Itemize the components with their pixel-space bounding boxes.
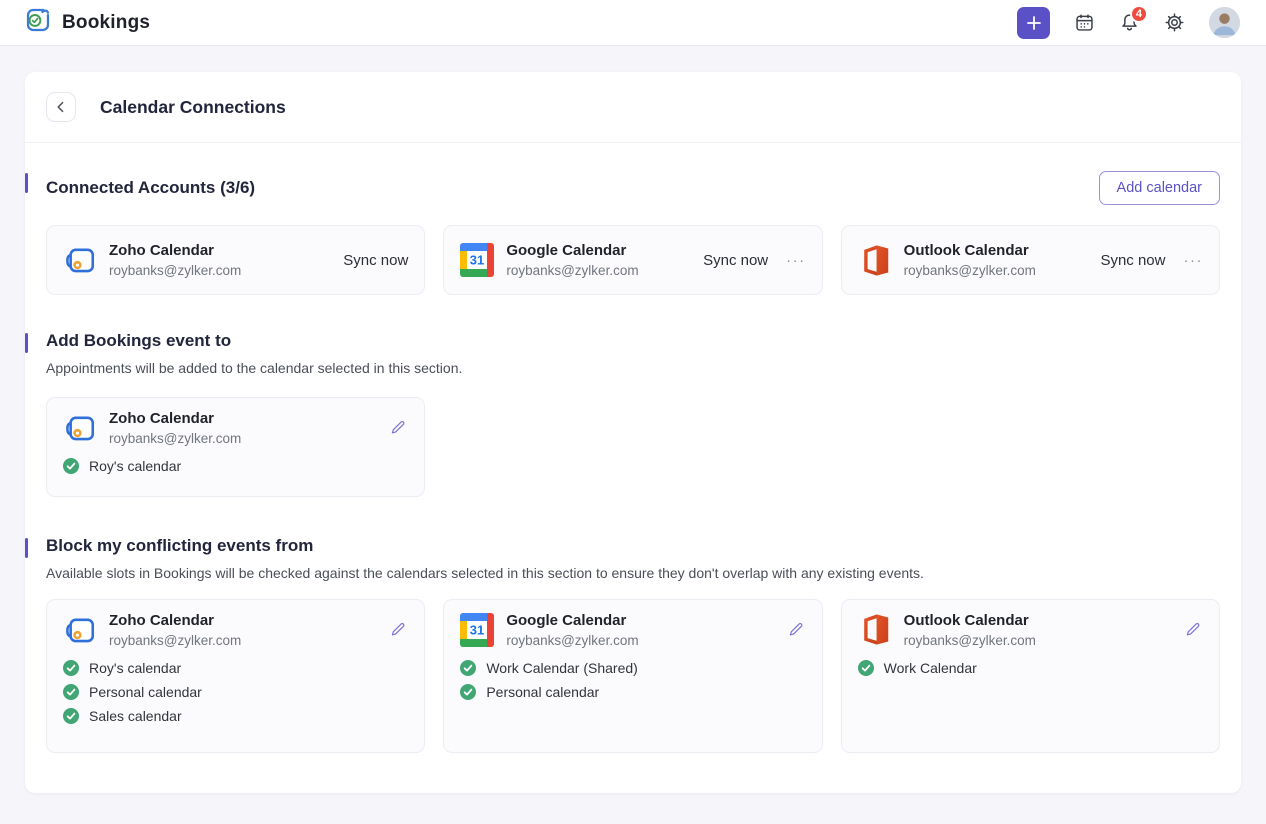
calendar-items: Roy's calendar Personal calendar Sales c… [63, 656, 408, 728]
check-icon [63, 708, 79, 724]
panel-header: Calendar Connections [25, 72, 1241, 143]
provider-email: roybanks@zylker.com [904, 633, 1036, 648]
block-card-outlook: Outlook Calendar roybanks@zylker.com Wor… [841, 599, 1220, 753]
notifications: 4 [1119, 12, 1140, 33]
connected-cards-row: Zoho Calendar roybanks@zylker.com Sync n… [46, 225, 1220, 295]
section-description: Appointments will be added to the calend… [46, 360, 1220, 376]
calendar-item: Work Calendar [858, 656, 1203, 680]
section-title: Block my conflicting events from [46, 536, 313, 556]
section-add-bookings-event: Add Bookings event to Appointments will … [46, 295, 1220, 497]
user-avatar[interactable] [1209, 7, 1240, 38]
add-event-cards-row: Zoho Calendar roybanks@zylker.com Roy's … [46, 397, 1220, 497]
calendar-item: Roy's calendar [63, 656, 408, 680]
check-icon [63, 684, 79, 700]
section-connected-accounts: Connected Accounts (3/6) Add calendar Zo… [46, 143, 1220, 295]
brand: Bookings [24, 6, 150, 39]
provider-email: roybanks@zylker.com [506, 263, 638, 278]
section-accent-bar [25, 333, 28, 353]
calendar-items: Roy's calendar [63, 454, 408, 478]
google-calendar-icon: 31 [460, 243, 494, 277]
google-calendar-icon: 31 [460, 613, 494, 647]
provider-name: Zoho Calendar [109, 410, 241, 429]
sync-now-link[interactable]: Sync now [703, 252, 768, 269]
block-card-zoho: Zoho Calendar roybanks@zylker.com Roy's … [46, 599, 425, 753]
more-menu-icon[interactable]: ··· [786, 253, 806, 268]
outlook-calendar-icon [858, 613, 892, 647]
edit-pencil-icon[interactable] [1182, 619, 1203, 640]
gear-icon[interactable] [1164, 12, 1185, 33]
app-title: Bookings [62, 12, 150, 34]
provider-email: roybanks@zylker.com [109, 431, 241, 446]
calendar-connections-panel: Calendar Connections Connected Accounts … [25, 72, 1241, 793]
zoho-calendar-icon [63, 613, 97, 647]
connected-card-outlook: Outlook Calendar roybanks@zylker.com Syn… [841, 225, 1220, 295]
svg-text:31: 31 [470, 253, 484, 268]
add-calendar-button[interactable]: Add calendar [1099, 171, 1220, 205]
provider-email: roybanks@zylker.com [506, 633, 638, 648]
calendar-item: Sales calendar [63, 704, 408, 728]
section-accent-bar [25, 538, 28, 558]
page-title: Calendar Connections [100, 97, 286, 118]
check-icon [460, 684, 476, 700]
provider-email: roybanks@zylker.com [109, 633, 241, 648]
calendar-item: Roy's calendar [63, 454, 408, 478]
check-icon [63, 458, 79, 474]
more-menu-icon[interactable]: ··· [1184, 253, 1204, 268]
edit-pencil-icon[interactable] [387, 417, 408, 438]
provider-name: Google Calendar [506, 242, 638, 261]
provider-name: Outlook Calendar [904, 242, 1036, 261]
calendar-icon[interactable] [1074, 12, 1095, 33]
provider-name: Google Calendar [506, 612, 638, 631]
block-cards-row: Zoho Calendar roybanks@zylker.com Roy's … [46, 599, 1220, 753]
check-icon [460, 660, 476, 676]
edit-pencil-icon[interactable] [387, 619, 408, 640]
check-icon [63, 660, 79, 676]
provider-name: Zoho Calendar [109, 242, 241, 261]
provider-email: roybanks@zylker.com [109, 263, 241, 278]
section-description: Available slots in Bookings will be chec… [46, 565, 1220, 581]
section-title: Add Bookings event to [46, 331, 231, 351]
sync-now-link[interactable]: Sync now [343, 252, 408, 269]
provider-email: roybanks@zylker.com [904, 263, 1036, 278]
notification-badge: 4 [1130, 5, 1148, 23]
topbar-actions: 4 [1017, 7, 1240, 39]
zoho-calendar-icon [63, 243, 97, 277]
top-bar: Bookings 4 [0, 0, 1266, 46]
outlook-calendar-icon [858, 243, 892, 277]
connected-card-zoho: Zoho Calendar roybanks@zylker.com Sync n… [46, 225, 425, 295]
calendar-items: Work Calendar (Shared) Personal calendar [460, 656, 805, 704]
provider-name: Outlook Calendar [904, 612, 1036, 631]
calendar-items: Work Calendar [858, 656, 1203, 680]
bookings-logo-icon [24, 6, 52, 39]
calendar-item: Personal calendar [63, 680, 408, 704]
add-event-card-zoho: Zoho Calendar roybanks@zylker.com Roy's … [46, 397, 425, 497]
block-card-google: 31 Google Calendar roybanks@zylker.com [443, 599, 822, 753]
back-button[interactable] [46, 92, 76, 122]
zoho-calendar-icon [63, 411, 97, 445]
section-accent-bar [25, 173, 28, 193]
connected-card-google: 31 Google Calendar roybanks@zylker.com S… [443, 225, 822, 295]
provider-name: Zoho Calendar [109, 612, 241, 631]
check-icon [858, 660, 874, 676]
section-block-conflicting-events: Block my conflicting events from Availab… [46, 497, 1220, 753]
calendar-item: Personal calendar [460, 680, 805, 704]
create-button[interactable] [1017, 7, 1050, 39]
edit-pencil-icon[interactable] [785, 619, 806, 640]
sync-now-link[interactable]: Sync now [1100, 252, 1165, 269]
svg-text:31: 31 [470, 622, 484, 637]
section-title: Connected Accounts (3/6) [46, 178, 255, 198]
calendar-item: Work Calendar (Shared) [460, 656, 805, 680]
